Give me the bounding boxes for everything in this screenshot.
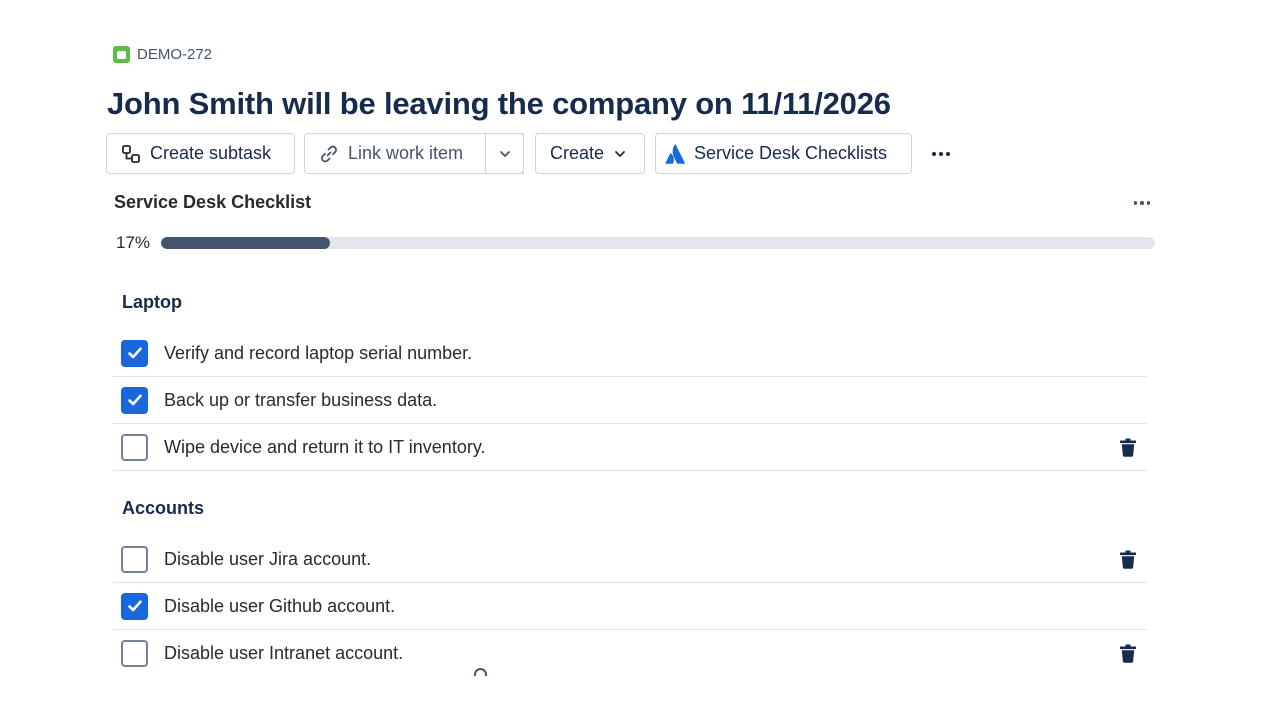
issue-key-link[interactable]: DEMO-272	[137, 46, 212, 63]
checklist-item-text[interactable]: Disable user Intranet account.	[164, 643, 403, 664]
more-icon-dot	[1140, 201, 1144, 205]
section-title-laptop: Laptop	[122, 292, 182, 312]
story-icon	[113, 46, 130, 63]
section-title-accounts: Accounts	[122, 498, 205, 518]
more-actions-button[interactable]	[924, 133, 958, 174]
checkbox-checked[interactable]	[121, 386, 148, 414]
checkbox-checked[interactable]	[121, 592, 148, 620]
checklist-item: Disable user Intranet account.	[113, 630, 1147, 676]
more-icon	[1133, 201, 1138, 205]
checkbox-unchecked[interactable]	[121, 639, 148, 667]
checklist-item-text[interactable]: Disable user Github account.	[164, 596, 395, 617]
page-title[interactable]: John Smith will be leaving the company o…	[107, 86, 891, 122]
checklist-item-text[interactable]: Verify and record laptop serial number.	[164, 343, 472, 364]
checkbox-unchecked[interactable]	[121, 545, 148, 573]
checkmark-icon	[126, 391, 144, 409]
progress-fill	[161, 237, 330, 249]
checklist-item: Back up or transfer business data.	[113, 377, 1147, 424]
checklist-item: Disable user Jira account.	[113, 536, 1147, 583]
atlassian-logo-icon	[665, 144, 685, 164]
checkmark-icon	[126, 597, 144, 615]
checklist-item: Disable user Github account.	[113, 583, 1147, 630]
link-work-item-dropdown-button[interactable]	[485, 133, 524, 174]
subtask-icon	[122, 144, 140, 163]
progress-percent: 17%	[116, 233, 151, 252]
breadcrumb: DEMO-272	[113, 46, 212, 63]
checklist-title: Service Desk Checklist	[114, 192, 312, 212]
create-subtask-label: Create subtask	[150, 143, 272, 163]
checkmark-icon	[126, 344, 144, 362]
create-subtask-button[interactable]: Create subtask	[106, 133, 295, 174]
scroll-indicator	[474, 668, 487, 676]
trash-icon[interactable]	[1118, 437, 1138, 457]
service-desk-checklists-label: Service Desk Checklists	[694, 143, 888, 163]
checklist-item-text[interactable]: Disable user Jira account.	[164, 549, 371, 570]
more-icon-dot	[946, 151, 950, 156]
checklist-item: Verify and record laptop serial number.	[113, 330, 1147, 377]
more-icon-dot	[1146, 201, 1151, 205]
create-button[interactable]: Create	[535, 133, 645, 174]
trash-icon[interactable]	[1118, 549, 1138, 569]
chevron-down-icon	[615, 150, 625, 157]
progress-bar	[161, 237, 1155, 249]
checklist-item: Wipe device and return it to IT inventor…	[113, 424, 1147, 471]
checkbox-unchecked[interactable]	[121, 433, 148, 461]
chevron-down-icon	[499, 150, 510, 157]
more-icon-dot	[939, 151, 943, 156]
link-work-item-label: Link work item	[348, 143, 464, 163]
create-label: Create	[550, 143, 605, 163]
trash-icon[interactable]	[1118, 643, 1138, 663]
checklist-item-text[interactable]: Back up or transfer business data.	[164, 390, 437, 411]
checklist-more-button[interactable]	[1128, 192, 1156, 214]
service-desk-checklists-button[interactable]: Service Desk Checklists	[655, 133, 912, 174]
checklist-item-text[interactable]: Wipe device and return it to IT inventor…	[164, 437, 486, 458]
link-icon	[321, 145, 337, 162]
more-icon	[932, 151, 936, 156]
checkbox-checked[interactable]	[121, 339, 148, 367]
